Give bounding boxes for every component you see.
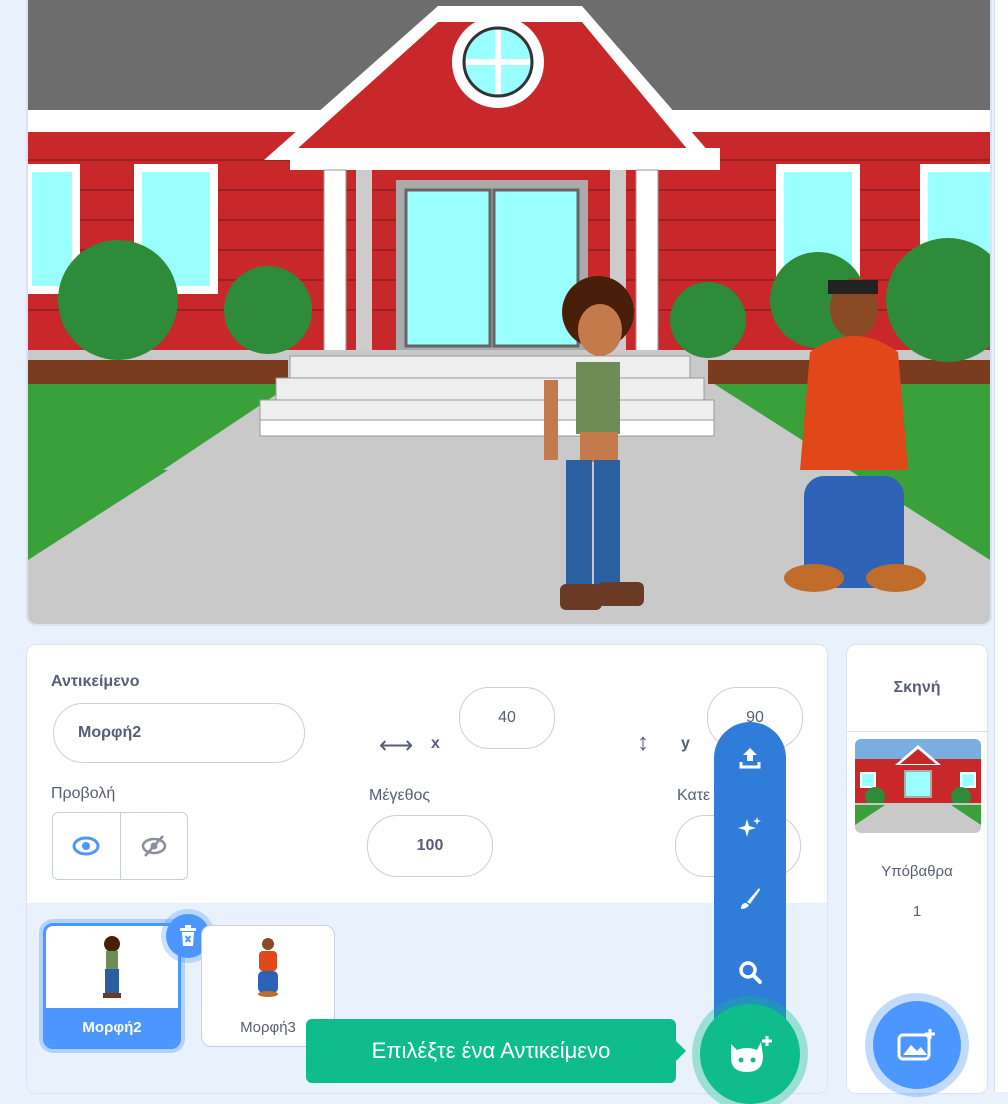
search-icon (739, 961, 762, 984)
eye-slash-icon (141, 835, 166, 857)
sprite-tile-selected[interactable]: Μορφή2 (43, 914, 210, 1049)
sprite-label: Αντικείμενο (51, 673, 140, 690)
image-plus-icon (897, 1029, 935, 1061)
sprite-properties: Αντικείμενο Μορφή2 ⟷ x 40 ↕ y 90 Προβολή (27, 645, 827, 904)
stage-title: Σκηνή (847, 645, 987, 732)
x-label: x (431, 735, 440, 752)
backdrops-label: Υπόβαθρα (881, 863, 953, 880)
hide-button[interactable] (121, 813, 188, 879)
size-input[interactable]: 100 (367, 815, 493, 877)
eye-icon (72, 836, 100, 856)
y-label: y (681, 735, 690, 752)
stage-canvas[interactable] (28, 0, 990, 624)
paint-sprite-button[interactable] (714, 868, 786, 928)
choose-backdrop-button[interactable] (873, 1001, 961, 1089)
stage[interactable] (26, 0, 992, 626)
x-input[interactable]: 40 (459, 687, 555, 749)
scrollbar-track[interactable] (994, 0, 1008, 1092)
surprise-icon (738, 817, 761, 837)
scratch-editor-target-pane: Αντικείμενο Μορφή2 ⟷ x 40 ↕ y 90 Προβολή (0, 0, 1008, 1104)
sprite-thumbnail (202, 926, 334, 1008)
upload-icon (739, 748, 761, 769)
paint-icon (741, 888, 760, 909)
show-button[interactable] (53, 813, 121, 879)
choose-sprite-tooltip: Επιλέξτε ένα Αντικείμενο (306, 1019, 686, 1083)
choose-sprite-button[interactable] (700, 1004, 800, 1104)
stage-thumbnail[interactable] (855, 739, 981, 833)
stage-selector[interactable]: Σκηνή Υπόβαθρα 1 (846, 644, 988, 1094)
direction-label: Κατε (677, 787, 711, 804)
surprise-sprite-button[interactable] (714, 798, 786, 858)
size-label: Μέγεθος (369, 787, 431, 804)
sprite-thumbnail (46, 926, 178, 1008)
visibility-toggle (52, 812, 188, 880)
upload-sprite-button[interactable] (714, 728, 786, 788)
backdrops-count: 1 (912, 903, 922, 920)
vertical-arrows-icon: ↕ (637, 729, 649, 756)
horizontal-arrows-icon: ⟷ (379, 732, 414, 759)
show-label: Προβολή (51, 785, 116, 802)
search-sprite-button[interactable] (714, 942, 786, 1002)
add-sprite-menu (714, 722, 786, 1036)
sprite-tile-name: Μορφή2 (46, 1008, 178, 1046)
sprite-name-input[interactable]: Μορφή2 (53, 703, 305, 763)
trash-icon (180, 925, 196, 946)
cat-plus-icon (731, 1036, 772, 1072)
